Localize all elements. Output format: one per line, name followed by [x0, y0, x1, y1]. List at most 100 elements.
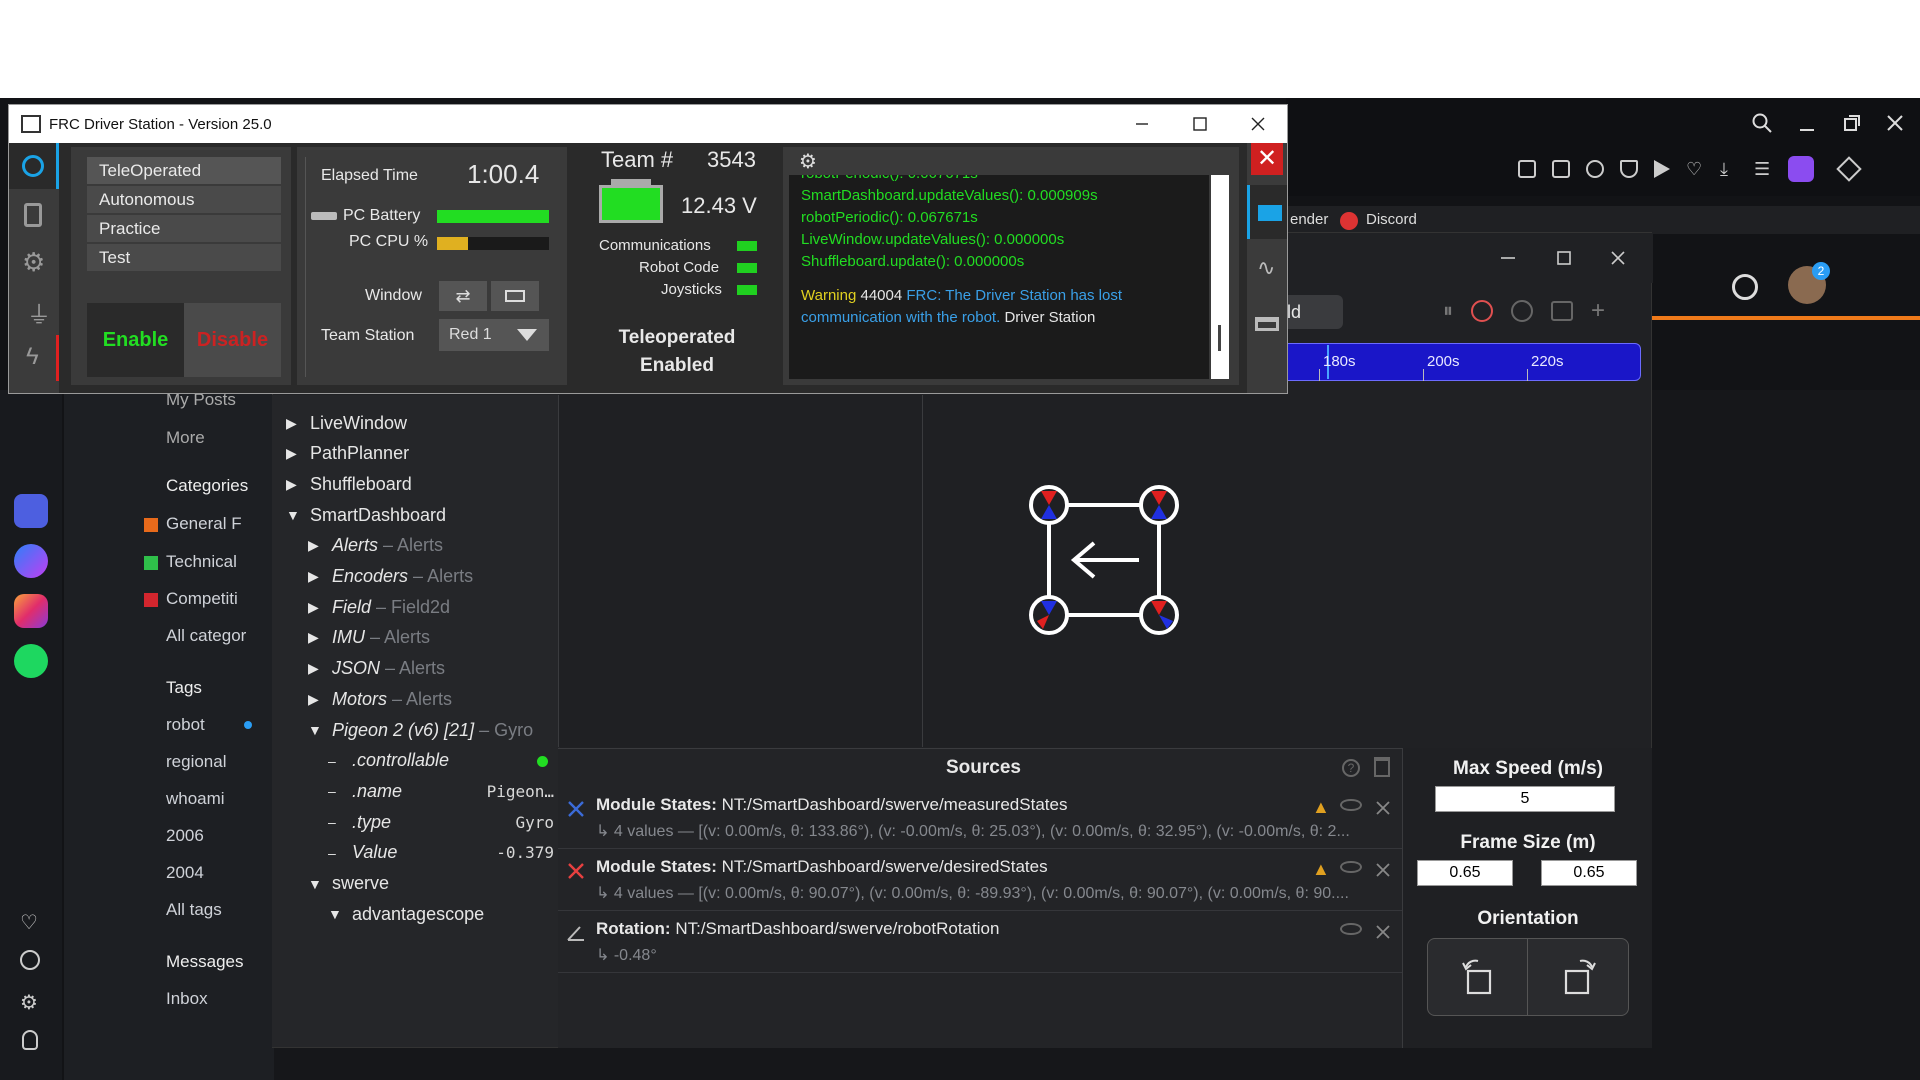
tag-regional[interactable]: regional [166, 752, 227, 772]
message-inbox[interactable]: Inbox [166, 989, 208, 1009]
tree-item[interactable]: – .type Gyro [328, 807, 554, 837]
remove-source-icon[interactable] [1374, 799, 1392, 817]
collapsed-icon[interactable]: ▶ [308, 691, 326, 708]
bookmark-discord[interactable]: Discord [1366, 211, 1417, 228]
download-icon[interactable]: ⤓ [1720, 160, 1738, 178]
tree-item[interactable]: ▼ Pigeon 2 (v6) [21] – Gyro [308, 715, 554, 745]
close-icon[interactable] [1609, 249, 1627, 267]
play-icon[interactable] [1654, 160, 1670, 178]
mode-practice[interactable]: Practice [87, 215, 281, 242]
enable-button[interactable]: Enable [87, 303, 184, 377]
tab-operation[interactable] [9, 143, 59, 189]
shield-icon[interactable] [1620, 160, 1638, 178]
close-icon[interactable] [1884, 112, 1906, 134]
tree-item[interactable]: – .name Pigeon… [328, 776, 554, 806]
tag-2004[interactable]: 2004 [166, 863, 204, 883]
source-row[interactable]: Module States: NT:/SmartDashboard/swerve… [558, 787, 1402, 849]
tag-whoami[interactable]: whoami [166, 789, 225, 809]
close-tab-icon[interactable] [1511, 300, 1533, 322]
tree-item[interactable]: – Value -0.379 [328, 838, 554, 868]
mode-teleoperated[interactable]: TeleOperated [87, 157, 281, 184]
frame-width-input[interactable] [1417, 860, 1513, 886]
maximize-icon[interactable] [1555, 249, 1573, 267]
category-technical[interactable]: Technical [166, 552, 237, 572]
minimize-icon[interactable] [1499, 249, 1517, 267]
leaf-dash-icon[interactable]: – [328, 753, 346, 769]
tree-item[interactable]: ▶ Motors – Alerts [308, 684, 554, 714]
add-tab-icon[interactable]: + [1591, 297, 1605, 325]
collapsed-icon[interactable]: ▶ [308, 629, 326, 646]
tab-setup[interactable]: ⚙ [9, 239, 59, 285]
collapsed-icon[interactable]: ▶ [286, 445, 304, 462]
close-panel-button[interactable]: ✕ [1251, 143, 1283, 175]
expanded-icon[interactable]: ▼ [308, 876, 326, 892]
tab-messages[interactable] [1247, 185, 1287, 239]
collapsed-icon[interactable]: ▶ [308, 568, 326, 585]
warning-icon[interactable]: ▲ [1312, 797, 1330, 818]
collapsed-icon[interactable]: ▶ [308, 537, 326, 554]
extensions-icon[interactable] [1836, 156, 1862, 182]
camera-icon[interactable] [1586, 160, 1604, 178]
profile-icon[interactable] [1788, 156, 1814, 182]
search-icon[interactable] [1751, 112, 1773, 134]
maximize-icon[interactable] [1191, 115, 1209, 133]
tree-item[interactable]: ▶ Field – Field2d [308, 592, 554, 622]
tab-both[interactable] [1247, 297, 1287, 351]
restore-icon[interactable] [1841, 112, 1863, 134]
tag-robot[interactable]: robot [166, 715, 205, 735]
heart-icon[interactable]: ♡ [1686, 160, 1704, 178]
tree-item[interactable]: ▶ LiveWindow [286, 408, 554, 438]
tab-charts[interactable]: ∿ [1247, 241, 1287, 295]
scroll-thumb[interactable] [1218, 325, 1221, 351]
category-competition[interactable]: Competiti [166, 589, 238, 609]
lightbulb-icon[interactable] [22, 1030, 38, 1050]
gear-icon[interactable]: ⚙ [20, 990, 38, 1015]
pause-icon[interactable]: ⏸ [1443, 300, 1453, 323]
collapsed-icon[interactable]: ▶ [308, 660, 326, 677]
team-station-select[interactable]: Red 1 [439, 319, 549, 351]
leaf-dash-icon[interactable]: – [328, 783, 346, 799]
nav-more[interactable]: More [166, 428, 205, 448]
trash-icon[interactable] [1374, 757, 1390, 777]
tree-item[interactable]: ▶ Shuffleboard [286, 469, 554, 499]
max-speed-input[interactable] [1435, 786, 1615, 812]
tags-heading[interactable]: Tags [166, 678, 202, 698]
edit-icon[interactable] [1552, 160, 1570, 178]
remove-source-icon[interactable] [1374, 923, 1392, 941]
window-fullscreen-button[interactable] [491, 281, 539, 311]
tag-2006[interactable]: 2006 [166, 826, 204, 846]
tab-power[interactable]: ϟ [9, 335, 59, 381]
minimize-icon[interactable] [1796, 112, 1818, 134]
eye-icon[interactable] [1340, 923, 1362, 935]
minimize-icon[interactable] [1133, 115, 1151, 133]
collapsed-icon[interactable]: ▶ [308, 599, 326, 616]
gear-icon[interactable]: ⚙ [799, 149, 817, 174]
tab-usb[interactable]: ⏚ [9, 287, 59, 333]
rotate-right-button[interactable] [1528, 939, 1628, 1015]
record-icon[interactable] [1471, 300, 1493, 322]
tree-item[interactable]: – .controllable [328, 746, 554, 776]
menu-icon[interactable]: ☰ [1754, 160, 1772, 178]
collapsed-icon[interactable]: ▶ [286, 415, 304, 432]
tree-item[interactable]: ▶ IMU – Alerts [308, 623, 554, 653]
mode-test[interactable]: Test [87, 244, 281, 271]
warning-icon[interactable]: ▲ [1312, 859, 1330, 880]
rotate-left-button[interactable] [1428, 939, 1528, 1015]
source-row[interactable]: Module States: NT:/SmartDashboard/swerve… [558, 849, 1402, 911]
close-icon[interactable] [1249, 115, 1267, 133]
categories-heading[interactable]: Categories [166, 476, 248, 496]
source-row[interactable]: Rotation: NT:/SmartDashboard/swerve/robo… [558, 911, 1402, 973]
tree-item[interactable]: ▶ Alerts – Alerts [308, 531, 554, 561]
category-all[interactable]: All categor [166, 626, 246, 646]
tag-all[interactable]: All tags [166, 900, 222, 920]
category-general[interactable]: General F [166, 514, 242, 534]
expanded-icon[interactable]: ▼ [328, 906, 346, 922]
collapsed-icon[interactable]: ▶ [286, 476, 304, 493]
disable-button[interactable]: Disable [184, 303, 281, 377]
tree-item[interactable]: ▼ advantagescope [328, 899, 554, 929]
tree-item[interactable]: ▼ swerve [308, 869, 554, 899]
leaf-dash-icon[interactable]: – [328, 845, 346, 861]
expanded-icon[interactable]: ▼ [308, 722, 326, 738]
expanded-icon[interactable]: ▼ [286, 507, 304, 523]
app-icon-1[interactable] [14, 494, 48, 528]
